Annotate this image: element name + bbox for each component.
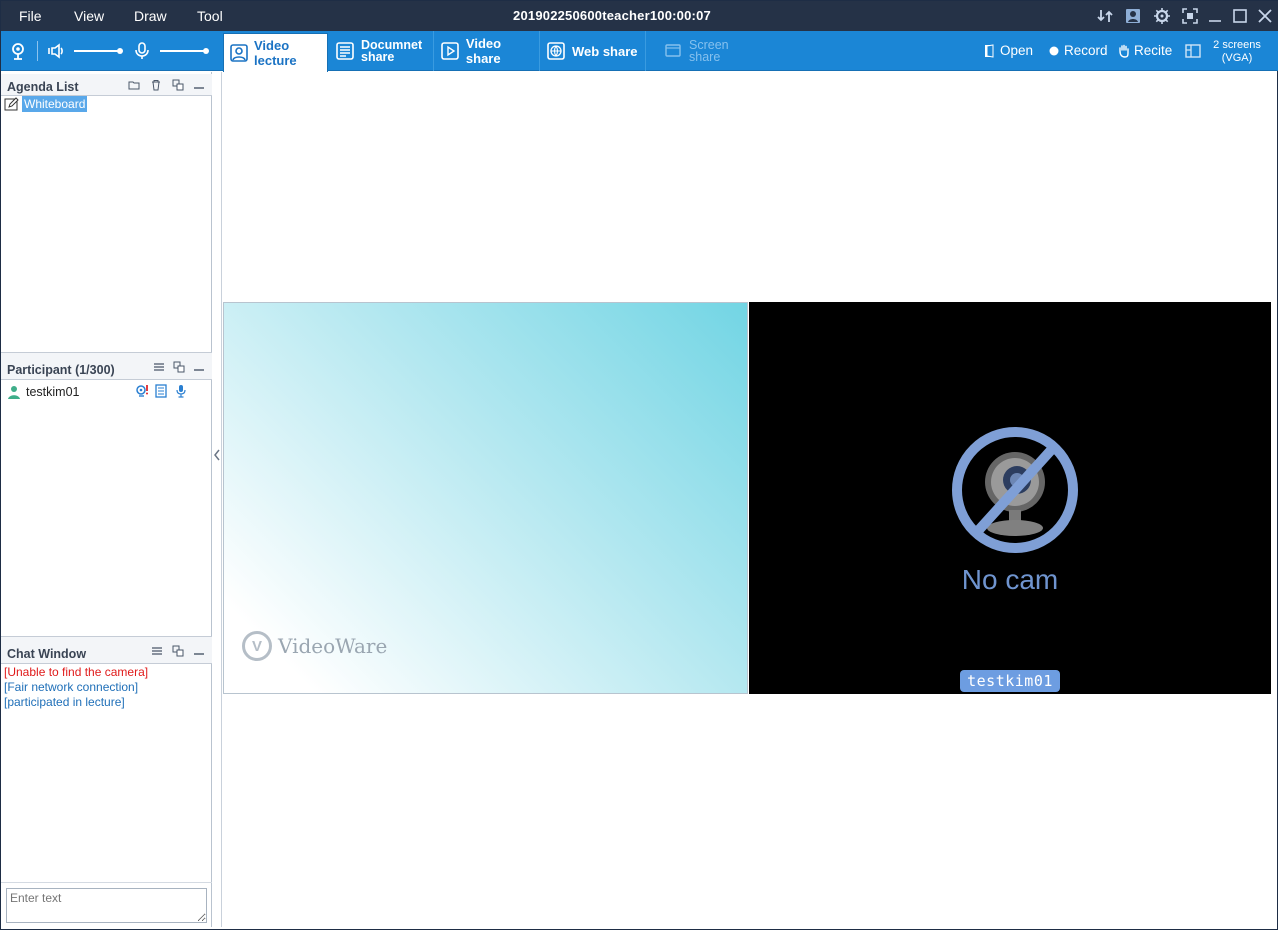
camera-error-icon[interactable]: [135, 384, 149, 398]
popout-icon[interactable]: [171, 78, 185, 92]
list-menu-icon[interactable]: [150, 644, 164, 658]
minimize-panel-icon[interactable]: [192, 360, 206, 374]
left-sidebar: Agenda List Whiteboard Participant (1/30…: [1, 72, 212, 927]
participant-row[interactable]: testkim01: [6, 383, 206, 401]
record-dot-icon: [1047, 44, 1061, 58]
chat-input[interactable]: [6, 888, 207, 923]
main-border: [221, 72, 222, 927]
toolbar-separator: [37, 41, 38, 61]
agenda-item-label: Whiteboard: [22, 96, 88, 112]
globe-icon: [546, 41, 566, 61]
camera-video-panel[interactable]: No cam testkim01: [749, 302, 1271, 694]
chat-message: [Unable to find the camera]: [4, 665, 148, 679]
open-label: Open: [1000, 43, 1034, 58]
videoware-logo-text: VideoWare: [278, 634, 388, 658]
screen-icon: [663, 41, 683, 61]
screens-mode-button[interactable]: 2 screens (VGA): [1208, 39, 1266, 65]
mic-volume-slider[interactable]: [160, 48, 209, 54]
swap-icon[interactable]: [1095, 6, 1115, 26]
tab-video-share-label: Video share: [465, 36, 502, 66]
trash-icon[interactable]: [149, 78, 163, 92]
tab-web-share-label: Web share: [572, 43, 638, 59]
speaker-icon[interactable]: [47, 41, 67, 61]
webcam-icon[interactable]: [8, 41, 28, 61]
close-icon[interactable]: [1255, 6, 1275, 26]
title-bar: File View Draw Tool 201902250600teacher1…: [1, 1, 1278, 31]
popout-icon[interactable]: [171, 644, 185, 658]
window-title-text: 201902250600teacher100:00:07: [513, 8, 711, 23]
chat-message-text: [Unable to find the camera]: [4, 665, 149, 679]
open-button[interactable]: Open: [983, 43, 1033, 58]
speaker-volume-slider[interactable]: [74, 48, 123, 54]
recite-label: Recite: [1134, 43, 1173, 58]
camera-user-label: testkim01: [960, 670, 1060, 692]
user-frame-icon: [230, 43, 248, 63]
participant-header: Participant (1/300): [1, 358, 212, 380]
play-icon: [440, 41, 460, 61]
fullscreen-icon[interactable]: [1180, 6, 1200, 26]
chat-divider: [1, 882, 212, 883]
maximize-icon[interactable]: [1230, 6, 1250, 26]
participant-name: testkim01: [26, 385, 80, 399]
tab-screen-share-line2: share: [689, 50, 721, 64]
slider-knob[interactable]: [203, 48, 209, 54]
tab-document-share-label: Documnet share: [361, 39, 422, 64]
tab-screen-share[interactable]: Screen share: [657, 31, 747, 71]
videoware-logo-mark: V: [242, 631, 272, 661]
window-title: 201902250600teacher100:00:07: [1, 8, 1223, 23]
chat-title: Chat Window: [7, 647, 87, 661]
tab-video-lecture[interactable]: Video lecture: [223, 33, 328, 72]
whiteboard-edit-icon: [4, 97, 20, 111]
list-menu-icon[interactable]: [152, 360, 166, 374]
videoware-logo: V VideoWare: [242, 631, 387, 661]
popout-icon[interactable]: [172, 360, 186, 374]
tab-video-lecture-label: Video lecture: [254, 38, 297, 68]
raise-hand-icon: [1117, 44, 1131, 58]
chat-message-text: [participated in lecture]: [4, 695, 125, 709]
open-door-icon: [983, 43, 997, 58]
agenda-header: Agenda List: [1, 74, 212, 96]
whiteboard-video-panel[interactable]: V VideoWare: [223, 302, 748, 694]
document-icon: [335, 41, 355, 61]
participant-title: Participant (1/300): [7, 363, 115, 377]
profile-icon[interactable]: [1123, 6, 1143, 26]
record-button[interactable]: Record: [1047, 43, 1108, 58]
screens-mode-line2: (VGA): [1221, 52, 1253, 64]
document-icon[interactable]: [154, 384, 168, 398]
minimize-icon[interactable]: [1205, 6, 1225, 26]
chat-message-text: [Fair network connection]: [4, 680, 139, 694]
microphone-icon[interactable]: [174, 384, 188, 398]
microphone-icon[interactable]: [132, 41, 152, 61]
chat-header: Chat Window: [1, 642, 212, 664]
tab-web-share[interactable]: Web share: [540, 31, 646, 71]
tab-screen-share-label: Screen share: [689, 39, 729, 64]
recite-button[interactable]: Recite: [1117, 43, 1172, 58]
tab-document-share-line2: share: [361, 50, 395, 64]
minimize-panel-icon[interactable]: [192, 644, 206, 658]
no-camera-icon: [952, 427, 1078, 553]
chat-message: [Fair network connection]: [4, 680, 138, 694]
screens-mode-line1: 2 screens: [1213, 39, 1261, 51]
slider-knob[interactable]: [117, 48, 123, 54]
agenda-item-whiteboard[interactable]: Whiteboard: [4, 96, 88, 112]
user-icon: [6, 384, 22, 400]
tab-document-share[interactable]: Documnet share: [329, 31, 434, 71]
settings-gear-icon[interactable]: [1152, 6, 1172, 26]
app-window: File View Draw Tool 201902250600teacher1…: [0, 0, 1278, 930]
agenda-title: Agenda List: [7, 80, 79, 94]
minimize-panel-icon[interactable]: [192, 78, 206, 92]
record-label: Record: [1064, 43, 1108, 58]
folder-icon[interactable]: [127, 78, 141, 92]
no-cam-label: No cam: [961, 564, 1059, 595]
tab-video-share[interactable]: Video share: [434, 31, 540, 71]
main-toolbar: Video lecture Documnet share Video share…: [1, 31, 1278, 72]
chat-message: [participated in lecture]: [4, 695, 125, 709]
layout-icon[interactable]: [1183, 41, 1203, 61]
